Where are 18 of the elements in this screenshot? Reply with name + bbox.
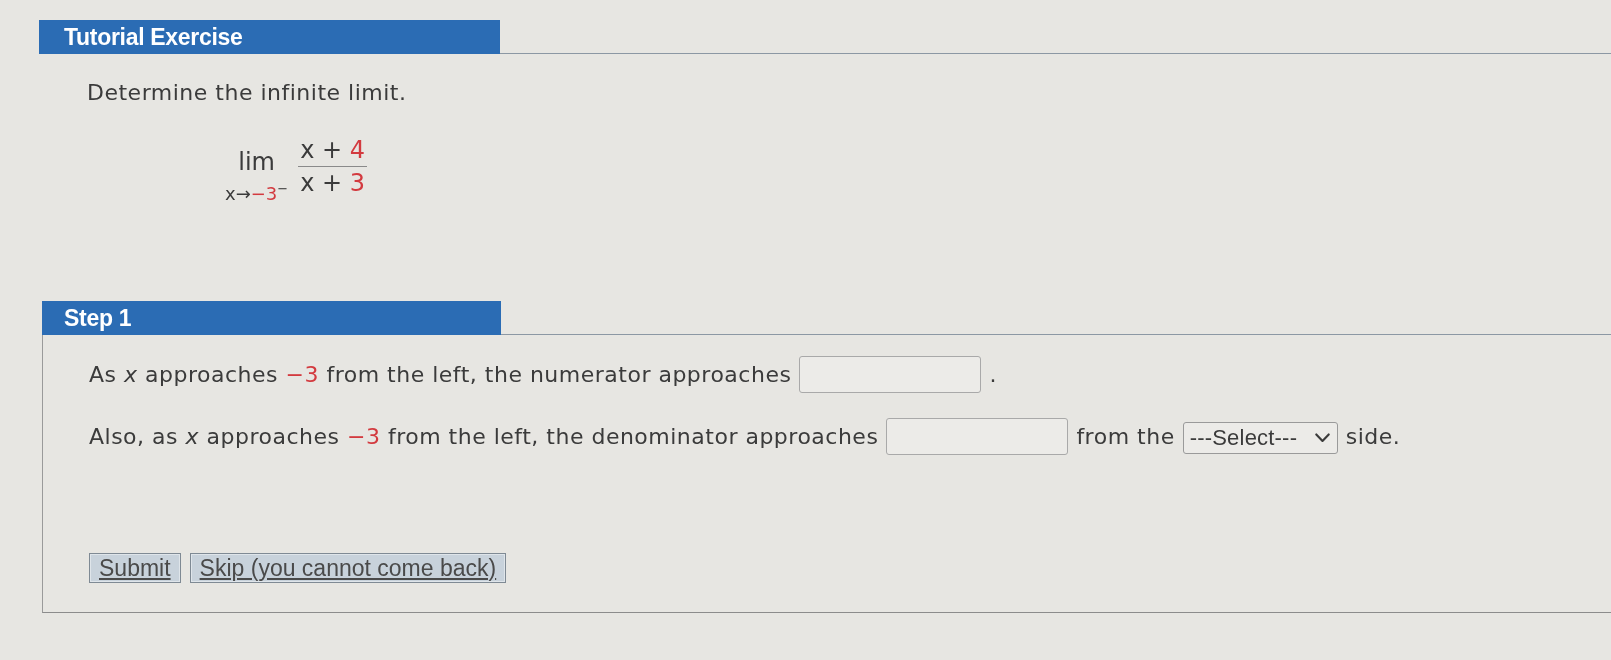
denominator-text: x + 3: [299, 168, 367, 196]
section-header: Tutorial Exercise: [39, 20, 500, 54]
sentence-text: Also, as x approaches −3 from the left, the denominator approaches: [89, 423, 879, 450]
step-header: Step 1: [42, 301, 501, 335]
action-button[interactable]: Skip (you cannot come back): [189, 553, 507, 583]
limit-subscript: x→−3$^{−}$: [225, 180, 289, 205]
text-fragment: from the: [1076, 423, 1175, 450]
text-fragment: .: [989, 361, 997, 388]
answer-field[interactable]: [799, 356, 982, 393]
prompt-text: Determine the infinite limit.: [87, 80, 408, 106]
chevron-down-icon: [1314, 433, 1330, 443]
sentence-text: As x approaches −3 from the left, the numerator approaches: [89, 361, 792, 388]
text-fragment: side.: [1345, 423, 1401, 450]
numerator-text: x + 4: [298, 137, 368, 167]
answer-field[interactable]: [886, 418, 1069, 455]
side-dropdown[interactable]: ---Select---: [1182, 422, 1338, 454]
action-button[interactable]: Submit: [89, 553, 181, 583]
limit-operator: lim: [238, 149, 275, 175]
